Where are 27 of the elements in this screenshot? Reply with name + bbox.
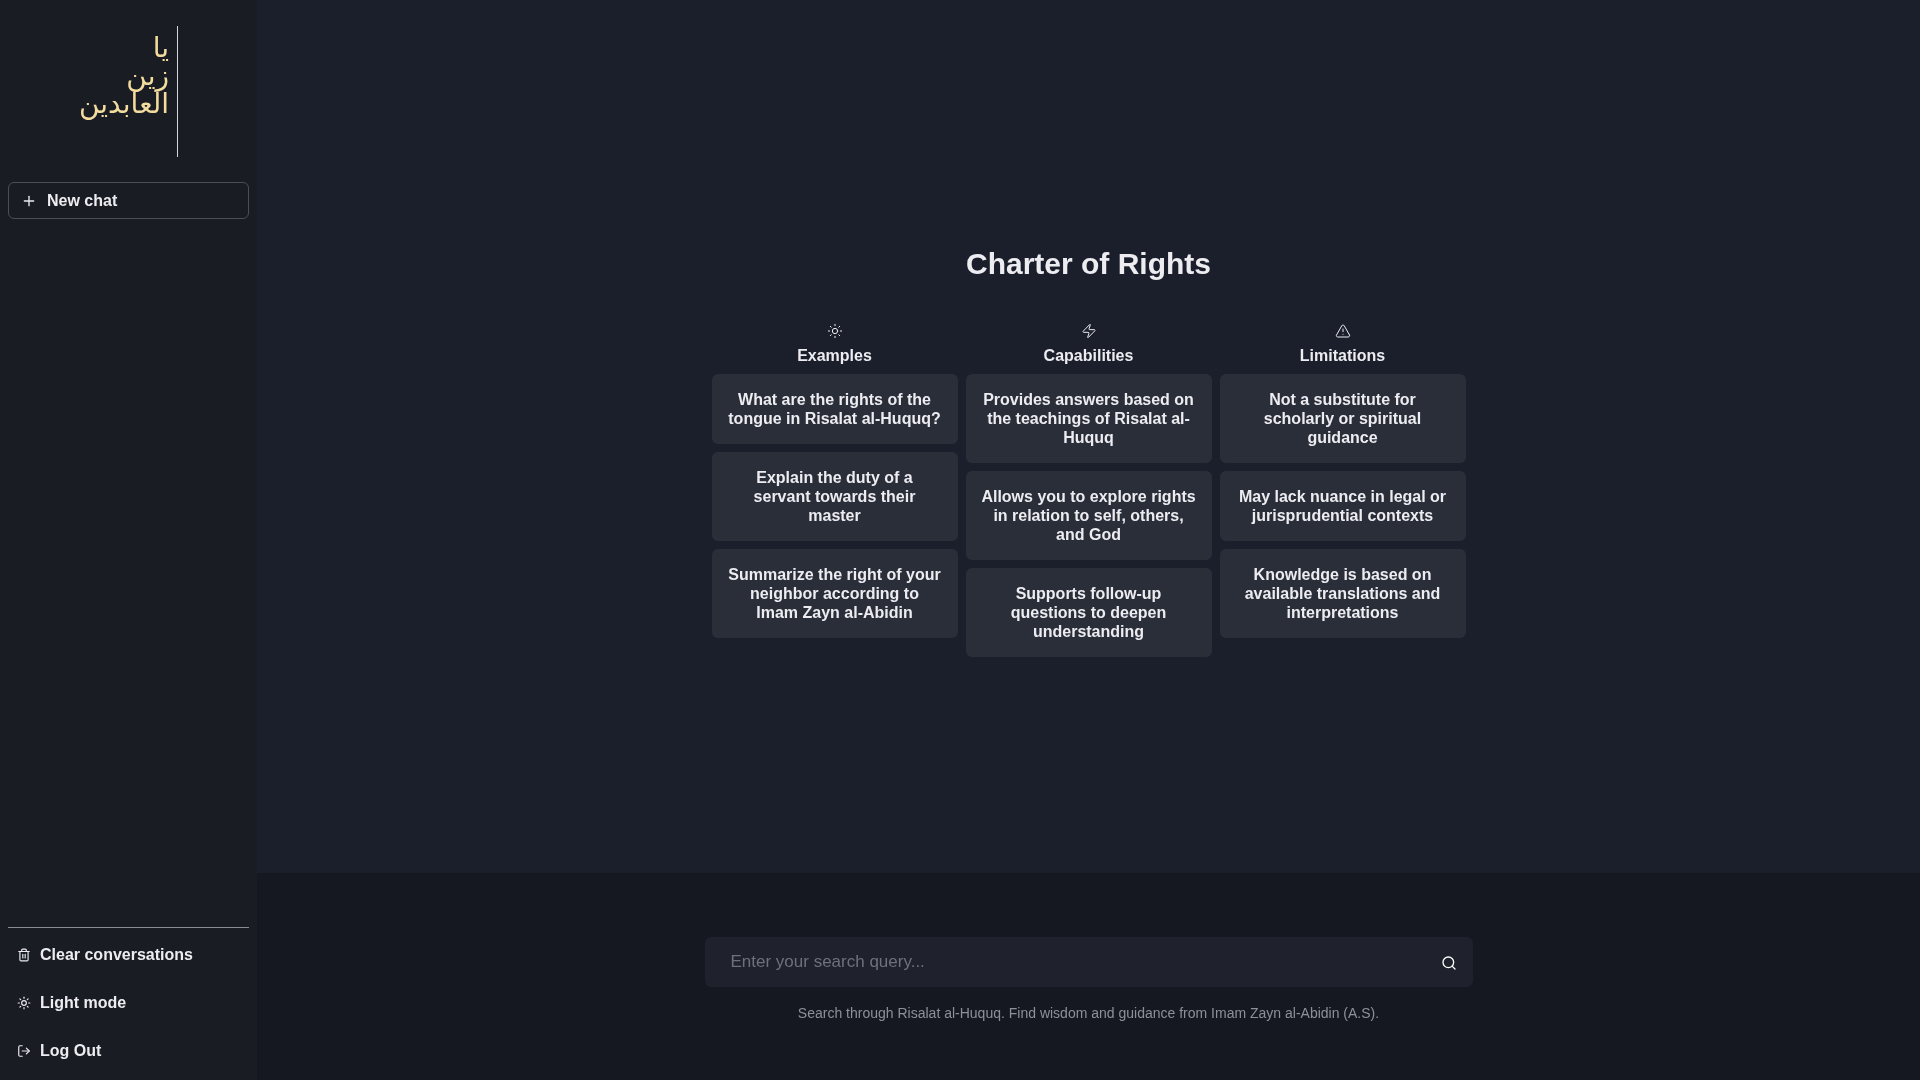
info-card: May lack nuance in legal or jurisprudential contexts [1219,471,1466,541]
info-card: Allows you to explore rights in relation to self, others, and God [965,471,1212,560]
search-field[interactable]: Enter your search query... [704,937,1473,987]
page-title: Charter of Rights [966,246,1211,282]
info-card: Supports follow-up questions to deepen understanding [965,568,1212,657]
search-icon[interactable] [1440,955,1457,971]
sun-icon [826,323,843,339]
column-heading: Examples [797,346,872,366]
example-prompt-card[interactable]: Summarize the right of your neighbor according to Imam Zayn al-Abidin [711,549,958,638]
logout-icon [17,1044,31,1058]
sidebar-action[interactable]: Light mode [8,979,249,1027]
info-card: Provides answers based on the teachings of Risalat al-Huquq [965,374,1212,463]
info-card: Not a substitute for scholarly or spiritual guidance [1219,374,1466,463]
column-heading: Limitations [1299,346,1386,366]
logo-calligraphy: يا زين العابدين [79,34,169,118]
sun-icon [17,996,31,1010]
sidebar-action[interactable]: Log Out [8,1027,249,1075]
trash-icon [17,948,31,962]
example-prompt-card[interactable]: What are the rights of the tongue in Risalat al-Huquq? [711,374,958,444]
warning-triangle-icon [1334,323,1351,339]
search-caption: Search through Risalat al-Huquq. Find wisdom and guidance from Imam Zayn al-Abidin (A.S). [797,1005,1380,1022]
sidebar-action[interactable]: Clear conversations [8,931,249,979]
column-heading: Capabilities [1043,346,1134,366]
example-prompt-card[interactable]: Explain the duty of a servant towards their master [711,452,958,541]
new-chat-button[interactable]: New chat [8,182,249,219]
info-card: Knowledge is based on available translations and interpretations [1219,549,1466,638]
lightning-icon [1080,323,1097,339]
